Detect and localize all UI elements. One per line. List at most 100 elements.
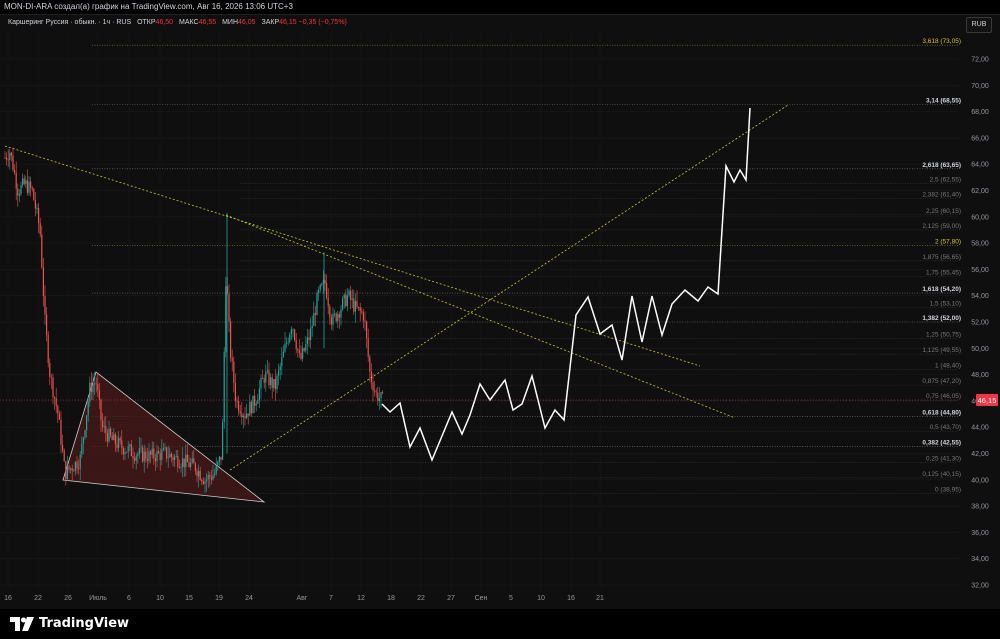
- candle-body: [260, 378, 262, 389]
- candle-body: [361, 311, 363, 313]
- candle-body: [207, 474, 209, 480]
- fib-level-label: 1,125 (49,55): [922, 347, 961, 354]
- time-tick-label: 10: [156, 595, 164, 602]
- candle-body: [319, 284, 321, 291]
- candle-body: [281, 356, 283, 367]
- candle-body: [57, 405, 59, 414]
- candle-body: [127, 446, 129, 452]
- projection-path[interactable]: [381, 107, 751, 463]
- candle-body: [118, 438, 120, 448]
- candle-body: [268, 370, 270, 385]
- candle-body: [321, 283, 323, 285]
- candle-body: [36, 207, 38, 209]
- candle-body: [7, 159, 9, 161]
- candle-body: [326, 283, 328, 298]
- candle-body: [180, 467, 182, 468]
- candle-body: [105, 426, 107, 434]
- candle-body: [318, 290, 320, 293]
- fib-level-label: 2,25 (60,15): [926, 208, 961, 215]
- candle-body: [244, 415, 246, 419]
- candle-body: [54, 397, 56, 399]
- candle-body: [215, 465, 217, 474]
- candle-body: [302, 348, 304, 359]
- candle-body: [183, 458, 185, 468]
- tradingview-logo[interactable]: TradingView: [10, 616, 129, 631]
- candle-body: [175, 455, 177, 457]
- candle-body: [81, 443, 83, 455]
- time-tick-label: 5: [509, 595, 513, 602]
- candle-body: [114, 434, 116, 445]
- candle-body: [242, 415, 244, 418]
- fib-level-label: 0,875 (47,20): [922, 378, 961, 385]
- candle-body: [28, 181, 30, 193]
- candle-body: [278, 370, 280, 376]
- currency-button[interactable]: RUB: [966, 17, 992, 33]
- candle-body: [231, 357, 233, 362]
- fib-level-label: 2,5 (62,55): [930, 176, 961, 183]
- candle-body: [316, 292, 318, 315]
- candle-body: [223, 352, 225, 423]
- candle-body: [129, 444, 131, 447]
- candle-body: [100, 399, 102, 421]
- price-tick-label: 40,00: [971, 477, 989, 484]
- candle-body: [202, 481, 204, 484]
- tradingview-logo-text: TradingView: [39, 616, 130, 631]
- time-axis: 16 22 26 Июль 6 10 15 19 24 Авг 7 12 18 22 27 Сен 5 10 16 2…: [4, 595, 604, 602]
- fib-level-label: 1,25 (50,75): [926, 331, 961, 338]
- candle-body: [98, 390, 100, 400]
- candle-body: [190, 462, 192, 468]
- candle-body: [297, 349, 299, 351]
- candle-body: [193, 458, 195, 464]
- candle-body: [345, 294, 347, 307]
- time-tick-label: Авг: [297, 595, 308, 602]
- candle-body: [350, 290, 352, 300]
- candle-body: [204, 481, 206, 484]
- candle-body: [364, 320, 366, 322]
- candle-body: [356, 301, 358, 307]
- price-tick-label: 52,00: [971, 320, 989, 327]
- symbol-legend[interactable]: Каршеринг Руссия · обыкн. · 1ч · RUS ОТК…: [8, 19, 347, 26]
- candle-body: [142, 447, 144, 462]
- candle-body: [354, 301, 356, 312]
- candle-body: [257, 399, 259, 404]
- candle-body: [324, 280, 326, 284]
- close-label: ЗАКР: [261, 19, 280, 26]
- high-label: МАКС: [179, 19, 199, 26]
- candle-body: [95, 383, 97, 385]
- candle-body: [238, 400, 240, 412]
- candle-body: [86, 415, 88, 431]
- candle-body: [367, 338, 369, 357]
- candle-body: [164, 447, 166, 449]
- candle-body: [346, 295, 348, 307]
- time-tick-label: Июль: [89, 595, 107, 602]
- candle-body: [212, 475, 214, 480]
- candle-body: [263, 378, 265, 383]
- candle-body: [201, 479, 203, 482]
- candle-body: [74, 461, 76, 471]
- candle-body: [145, 451, 147, 459]
- candle-body: [313, 313, 315, 326]
- candle-body: [84, 430, 86, 438]
- trendline-ascending[interactable]: [229, 104, 789, 471]
- price-tick-label: 32,00: [971, 583, 989, 590]
- candle-body: [380, 392, 382, 398]
- candle-body: [287, 341, 289, 343]
- candle-body: [130, 444, 132, 457]
- candle-body: [284, 343, 286, 352]
- price-tick-label: 44,00: [971, 425, 989, 432]
- candle-body: [156, 451, 158, 462]
- candle-body: [42, 267, 44, 297]
- time-tick-label: 18: [387, 595, 395, 602]
- candle-body: [182, 458, 184, 468]
- price-tick-label: 58,00: [971, 241, 989, 248]
- price-chart[interactable]: 3,618 (73,05) 3,14 (68,55) 2,618 (63,65) 2,…: [0, 0, 1000, 639]
- candle-body: [33, 189, 35, 201]
- trendline-descending-main[interactable]: [4, 145, 701, 367]
- candle-body: [113, 434, 115, 441]
- candle-body: [271, 377, 273, 389]
- open-label: ОТКР: [137, 19, 156, 26]
- footer-bar: [0, 609, 1000, 639]
- close-value: 46,15: [279, 19, 297, 26]
- fib-level-label: 0,25 (41,30): [926, 456, 961, 463]
- candle-body: [230, 321, 232, 358]
